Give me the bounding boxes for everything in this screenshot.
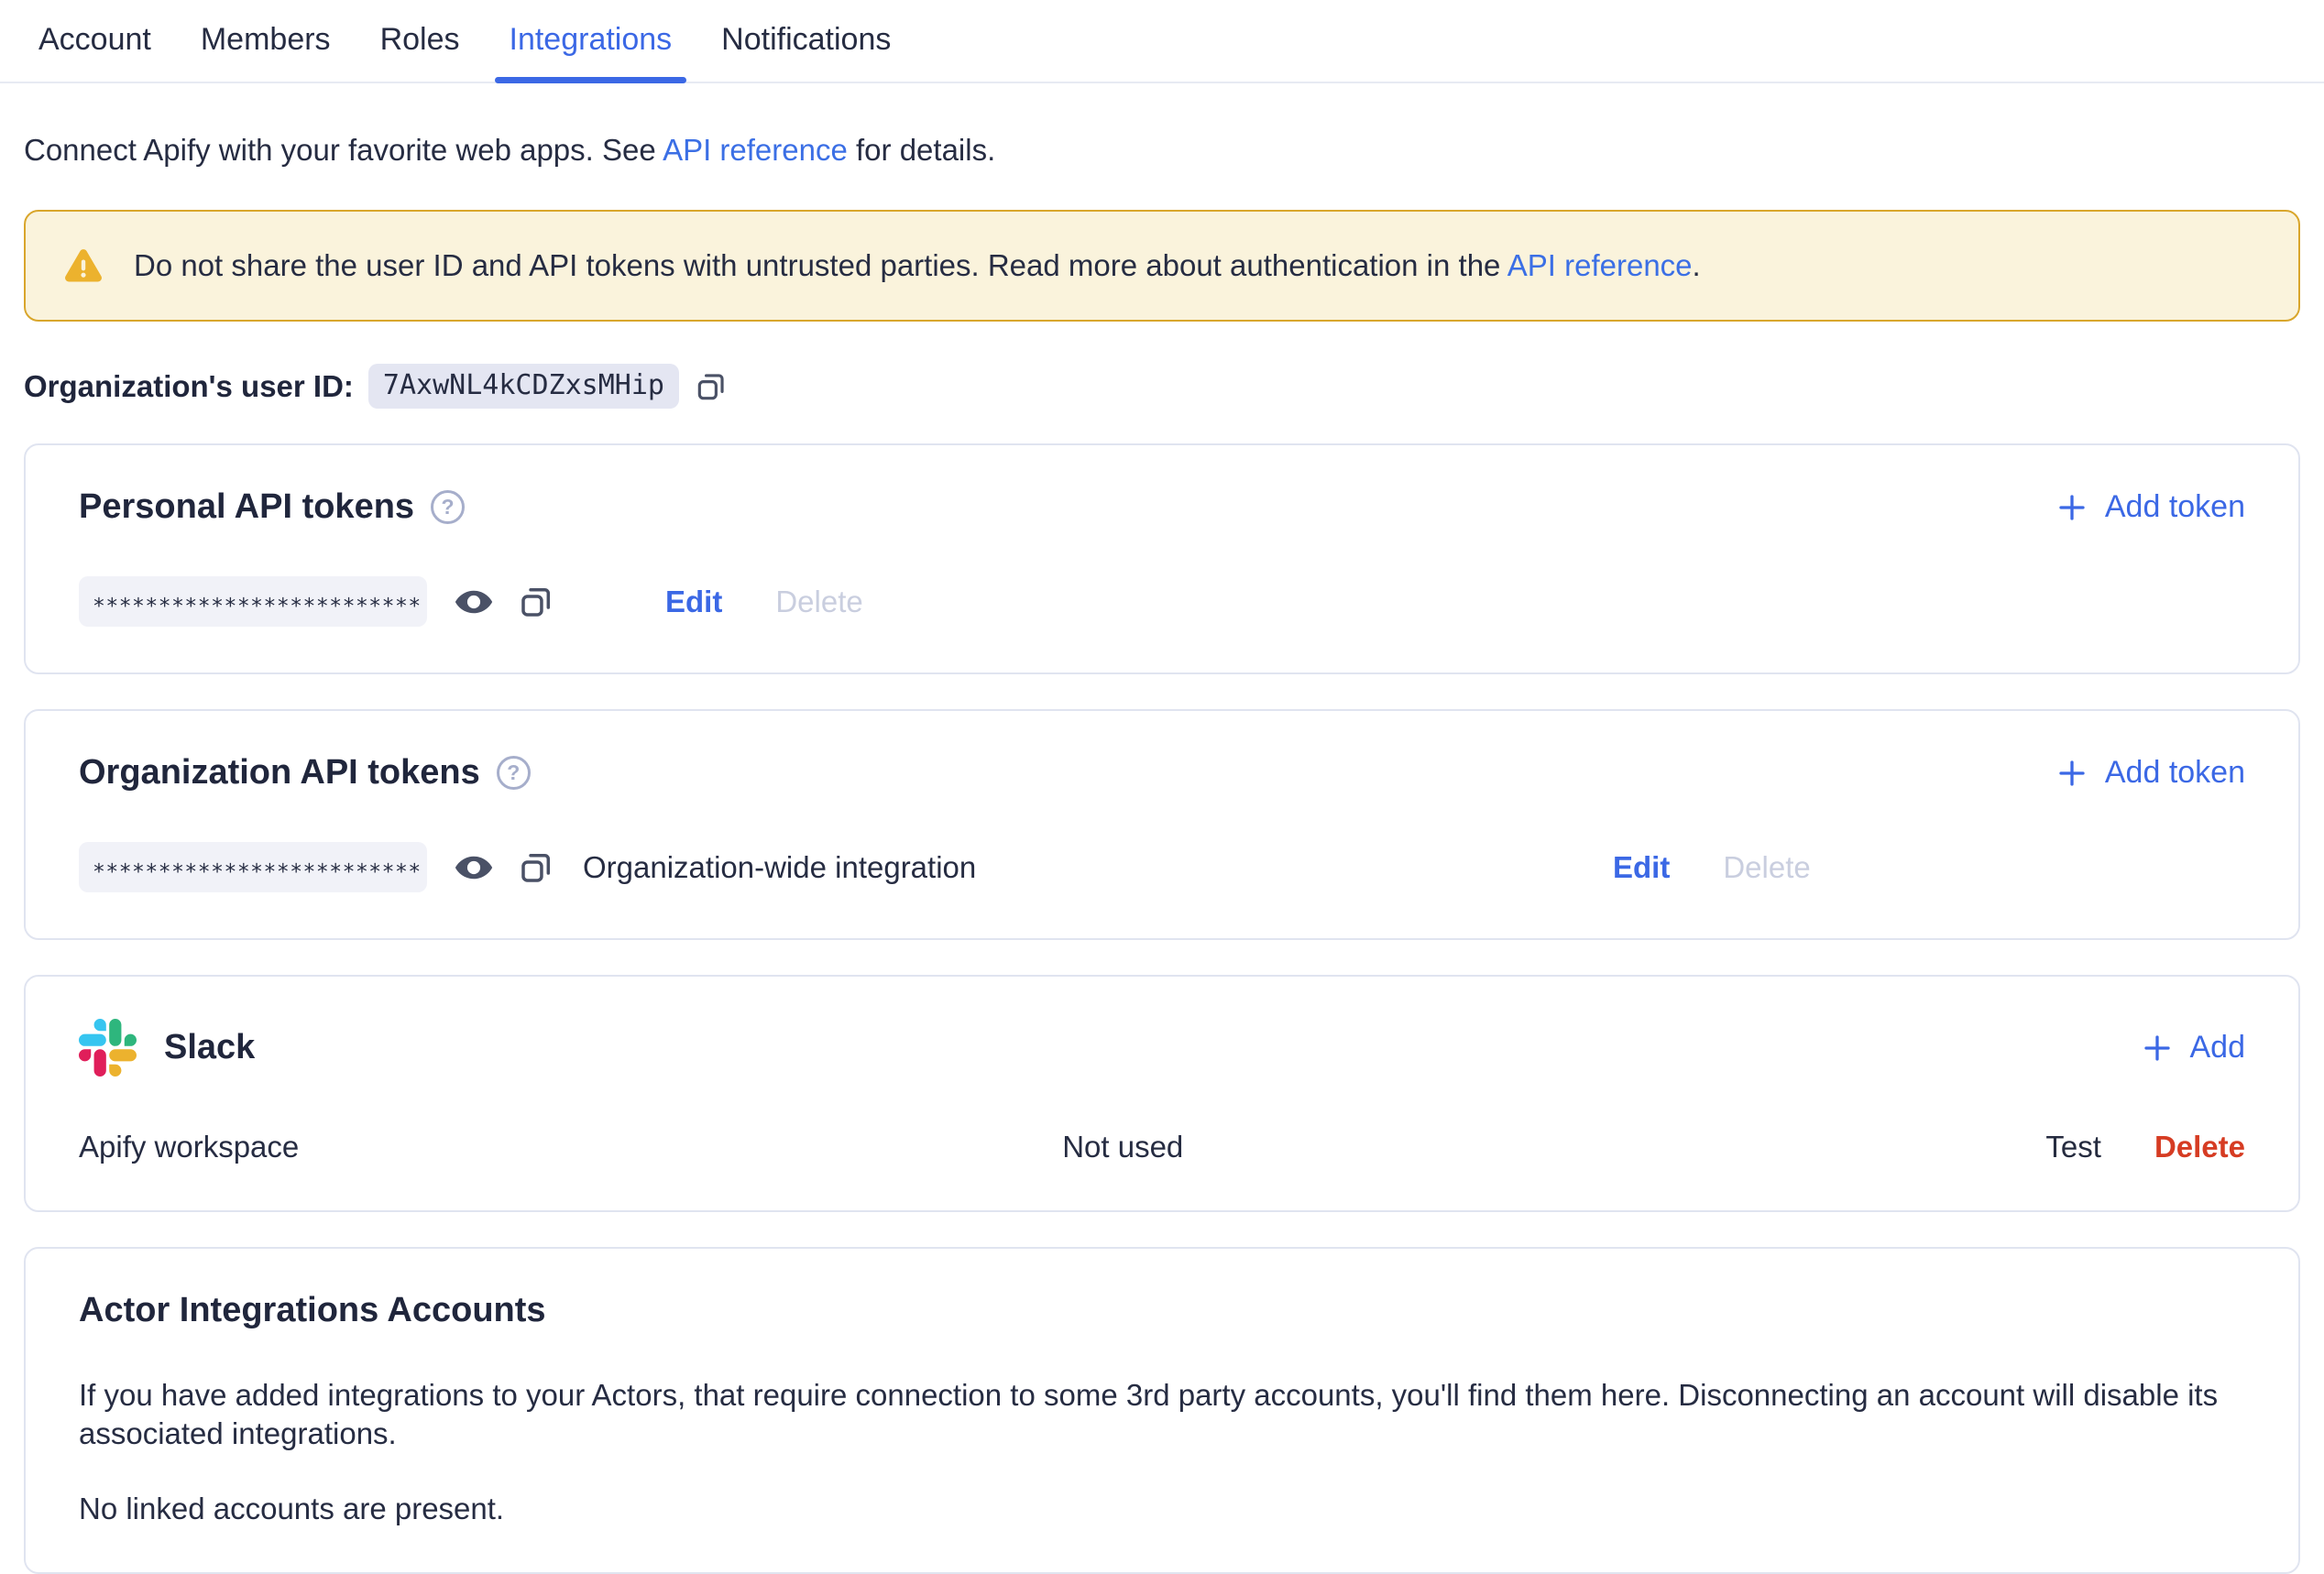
add-personal-token-button[interactable]: Add token <box>2055 489 2245 525</box>
add-org-token-label: Add token <box>2105 755 2245 791</box>
slack-workspace-name: Apify workspace <box>79 1130 1025 1164</box>
add-org-token-button[interactable]: Add token <box>2055 755 2245 791</box>
actor-integrations-title: Actor Integrations Accounts <box>79 1291 2245 1330</box>
settings-tabbar: Account Members Roles Integrations Notif… <box>0 0 2324 83</box>
org-token-description: Organization-wide integration <box>583 850 976 885</box>
add-slack-label: Add <box>2190 1030 2246 1066</box>
reveal-org-token-button[interactable] <box>453 847 495 889</box>
delete-slack-button[interactable]: Delete <box>2154 1130 2245 1164</box>
tab-roles[interactable]: Roles <box>366 22 475 82</box>
tab-integrations[interactable]: Integrations <box>495 22 687 82</box>
api-reference-link[interactable]: API reference <box>663 133 848 167</box>
slack-header: Slack Add <box>79 1019 2245 1077</box>
edit-org-token-button[interactable]: Edit <box>1613 850 1670 885</box>
add-personal-token-label: Add token <box>2105 489 2245 525</box>
copy-org-token-button[interactable] <box>517 848 555 887</box>
edit-personal-token-button[interactable]: Edit <box>665 585 722 619</box>
org-token-masked-value: ************************* <box>79 842 427 892</box>
intro-text-after: for details. <box>848 133 995 167</box>
org-token-row: ************************* Organization-w… <box>79 842 2245 892</box>
warning-text: Do not share the user ID and API tokens … <box>134 248 1701 283</box>
org-token-actions: Edit Delete <box>1613 850 2245 885</box>
personal-token-masked-value: ************************* <box>79 576 427 627</box>
plus-icon <box>2055 757 2088 790</box>
tab-members[interactable]: Members <box>186 22 345 82</box>
personal-tokens-title: Personal API tokens <box>79 487 414 527</box>
slack-workspace-row: Apify workspace Not used Test Delete <box>79 1130 2245 1164</box>
plus-icon <box>2055 491 2088 524</box>
copy-icon <box>517 848 555 887</box>
intro-text: Connect Apify with your favorite web app… <box>24 133 2300 168</box>
delete-personal-token-button[interactable]: Delete <box>775 585 862 619</box>
warning-text-before: Do not share the user ID and API tokens … <box>134 248 1507 282</box>
test-slack-button[interactable]: Test <box>2045 1130 2101 1164</box>
copy-icon <box>517 583 555 621</box>
org-tokens-title: Organization API tokens <box>79 753 480 792</box>
personal-tokens-help-icon[interactable]: ? <box>431 490 465 524</box>
org-token-left: ************************* Organization-w… <box>79 842 1613 892</box>
slack-actions: Test Delete <box>2045 1130 2245 1164</box>
personal-token-actions: Edit Delete <box>665 585 863 619</box>
personal-api-tokens-card: Personal API tokens ? Add token ********… <box>24 443 2300 674</box>
org-api-tokens-card: Organization API tokens ? Add token ****… <box>24 709 2300 940</box>
integrations-page: Connect Apify with your favorite web app… <box>0 133 2324 1574</box>
copy-personal-token-button[interactable] <box>517 583 555 621</box>
plus-icon <box>2141 1032 2174 1065</box>
warning-icon <box>62 245 104 287</box>
org-tokens-help-icon[interactable]: ? <box>497 756 531 790</box>
slack-usage-status: Not used <box>1062 1130 2009 1164</box>
delete-org-token-button[interactable]: Delete <box>1723 850 1810 885</box>
slack-logo-icon <box>79 1019 137 1077</box>
slack-title: Slack <box>164 1028 255 1067</box>
org-tokens-header: Organization API tokens ? Add token <box>79 753 2245 792</box>
reveal-personal-token-button[interactable] <box>453 581 495 623</box>
personal-token-row: ************************* Edit Delete <box>79 576 2245 627</box>
org-user-id-value: 7AxwNL4kCDZxsMHip <box>368 364 679 409</box>
org-user-id-label: Organization's user ID: <box>24 369 354 404</box>
copy-user-id-button[interactable] <box>694 369 729 404</box>
personal-tokens-header: Personal API tokens ? Add token <box>79 487 2245 527</box>
eye-icon <box>453 581 495 623</box>
tab-account[interactable]: Account <box>24 22 166 82</box>
slack-card: Slack Add Apify workspace Not used Test … <box>24 975 2300 1212</box>
actor-integrations-card: Actor Integrations Accounts If you have … <box>24 1247 2300 1574</box>
add-slack-button[interactable]: Add <box>2141 1030 2246 1066</box>
warning-banner: Do not share the user ID and API tokens … <box>24 210 2300 322</box>
eye-icon <box>453 847 495 889</box>
copy-icon <box>694 369 729 404</box>
warning-text-after: . <box>1693 248 1701 282</box>
slack-title-wrap: Slack <box>79 1019 255 1077</box>
warning-api-reference-link[interactable]: API reference <box>1507 248 1693 282</box>
actor-integrations-description: If you have added integrations to your A… <box>79 1376 2245 1453</box>
org-user-id-row: Organization's user ID: 7AxwNL4kCDZxsMHi… <box>24 364 2300 409</box>
tab-notifications[interactable]: Notifications <box>707 22 905 82</box>
intro-text-before: Connect Apify with your favorite web app… <box>24 133 663 167</box>
